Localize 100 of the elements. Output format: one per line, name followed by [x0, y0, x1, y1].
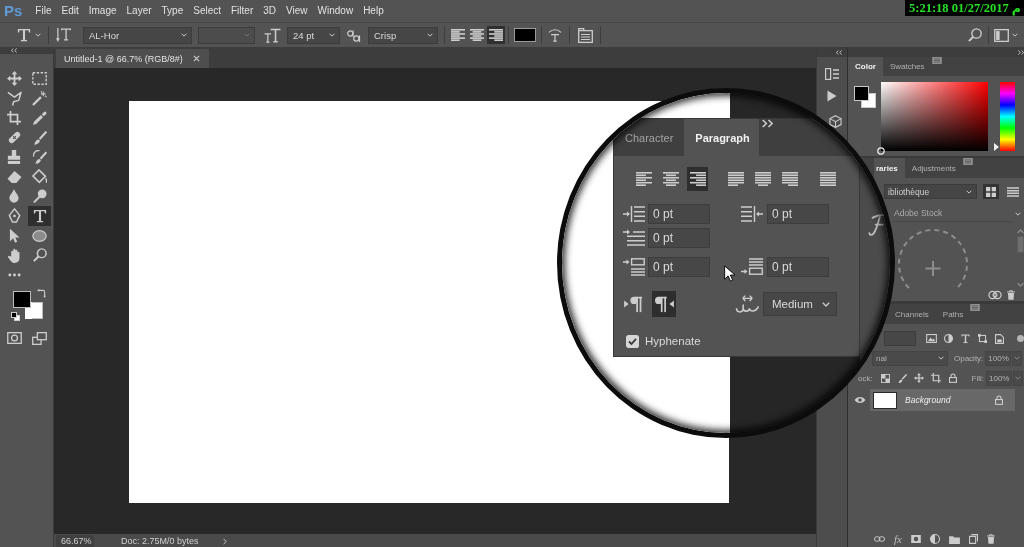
- fill-slider-button[interactable]: [1013, 370, 1023, 386]
- image-icon[interactable]: [926, 334, 937, 343]
- foreground-color-swatch[interactable]: [854, 86, 869, 101]
- kashida-dropdown[interactable]: Medium: [763, 292, 837, 316]
- menu-item[interactable]: File: [35, 4, 52, 18]
- align-right-icon[interactable]: [689, 172, 706, 186]
- panel-tab[interactable]: Paragraph: [684, 119, 759, 156]
- trash-icon[interactable]: [1007, 289, 1015, 300]
- foreground-color-swatch[interactable]: [13, 290, 31, 308]
- cube-icon[interactable]: [828, 115, 842, 128]
- indent-left-field[interactable]: 0 pt: [648, 204, 710, 224]
- menu-item[interactable]: 3D: [263, 4, 277, 18]
- zoom-field[interactable]: 66.67%: [56, 534, 94, 547]
- close-icon[interactable]: [192, 55, 200, 62]
- align-center-icon[interactable]: [662, 172, 679, 186]
- filter-toggle-icon[interactable]: [1017, 335, 1024, 342]
- expand-icon[interactable]: [1017, 49, 1024, 55]
- checkerboard-icon[interactable]: [880, 373, 890, 383]
- menu-item[interactable]: Edit: [61, 4, 79, 18]
- adjustment-icon[interactable]: [929, 534, 940, 544]
- workspace-button[interactable]: [994, 26, 1018, 44]
- align-right-button[interactable]: [687, 167, 708, 191]
- hyphenate-checkbox[interactable]: [626, 334, 639, 348]
- opacity-slider-button[interactable]: [1012, 350, 1023, 366]
- drop-icon[interactable]: [9, 189, 19, 204]
- justify-left-icon[interactable]: [727, 172, 744, 186]
- panel-tab[interactable]: Channels: [893, 304, 936, 324]
- justify-all-icon[interactable]: [819, 172, 836, 186]
- search-icon[interactable]: [968, 28, 982, 42]
- panel-menu-icon[interactable]: [962, 158, 973, 165]
- hue-pointer-icon[interactable]: [994, 143, 999, 151]
- font-family-dropdown[interactable]: AL-Hor: [83, 26, 192, 44]
- panel-tab[interactable]: Adjustments: [904, 158, 963, 178]
- warp-text-icon[interactable]: [548, 28, 562, 42]
- panel-tab[interactable]: Color: [848, 57, 883, 76]
- brush-icon[interactable]: [897, 373, 907, 383]
- justify-center-icon[interactable]: [754, 172, 771, 186]
- menu-item[interactable]: Filter: [231, 4, 254, 18]
- text-orientation-icon[interactable]: [56, 27, 71, 43]
- menu-item[interactable]: Image: [88, 4, 117, 18]
- indent-right-field[interactable]: 0 pt: [767, 204, 829, 224]
- move-arrows-icon[interactable]: [913, 373, 924, 383]
- artboard-icon[interactable]: [930, 373, 941, 383]
- space-after-field[interactable]: 0 pt: [767, 257, 829, 277]
- anti-alias-dropdown[interactable]: Crisp: [368, 26, 438, 44]
- scrollbar[interactable]: [1016, 228, 1024, 288]
- layer-row[interactable]: Background: [870, 389, 1015, 411]
- panel-tab[interactable]: Character: [614, 119, 683, 156]
- space-before-field[interactable]: 0 pt: [648, 257, 710, 277]
- list-panel-icon[interactable]: [825, 68, 839, 80]
- default-colors-icon[interactable]: [11, 311, 20, 321]
- color-field[interactable]: [881, 82, 988, 151]
- menu-item[interactable]: Window: [317, 4, 354, 18]
- anti-alias-icon[interactable]: [347, 28, 361, 42]
- hue-slider[interactable]: [994, 82, 1015, 151]
- panel-tab[interactable]: raries: [874, 158, 905, 178]
- font-size-icon[interactable]: [264, 27, 281, 43]
- panel-tab[interactable]: Paths: [935, 304, 971, 324]
- menu-item[interactable]: Select: [193, 4, 221, 18]
- type-icon[interactable]: [961, 334, 970, 343]
- shape-icon[interactable]: [978, 334, 987, 343]
- arrow-pointer-icon[interactable]: [8, 228, 20, 244]
- folder-icon[interactable]: [948, 534, 960, 544]
- menu-item[interactable]: Help: [363, 4, 384, 18]
- workspace-icon[interactable]: [994, 28, 1009, 42]
- type-icon[interactable]: [16, 28, 31, 42]
- collapse-icon[interactable]: [10, 48, 18, 53]
- mask-icon[interactable]: [910, 535, 921, 543]
- new-layer-icon[interactable]: [968, 534, 978, 544]
- menu-item[interactable]: View: [286, 4, 308, 18]
- collapse-icon[interactable]: [835, 49, 843, 55]
- document-icon[interactable]: [995, 333, 1004, 344]
- double-chevron-icon[interactable]: [760, 119, 774, 128]
- space-after-icon: [741, 258, 763, 276]
- indent-first-field[interactable]: 0 pt: [648, 228, 710, 248]
- menu-item[interactable]: Layer: [126, 4, 152, 18]
- half-circle-icon[interactable]: [944, 334, 953, 343]
- link-icon[interactable]: [874, 536, 885, 542]
- panels-toggle-icon[interactable]: [578, 27, 593, 43]
- lock-icon[interactable]: [995, 395, 1003, 405]
- play-icon[interactable]: [827, 90, 837, 102]
- fx-button[interactable]: fx: [894, 532, 902, 546]
- trash-icon[interactable]: [986, 534, 995, 544]
- menu-item[interactable]: Type: [161, 4, 184, 18]
- align-left-icon[interactable]: [635, 172, 652, 186]
- panel-menu-icon[interactable]: [970, 304, 981, 311]
- font-size-dropdown[interactable]: 24 pt: [287, 26, 340, 44]
- chevron-right-icon[interactable]: [222, 537, 227, 545]
- panel-menu-icon[interactable]: [931, 57, 942, 64]
- eye-icon[interactable]: [854, 396, 866, 404]
- lock-icon[interactable]: [948, 373, 957, 383]
- swap-colors-icon[interactable]: [37, 288, 46, 298]
- stock-search-field[interactable]: Adobe Stock: [892, 205, 1011, 222]
- justify-right-icon[interactable]: [781, 172, 798, 186]
- cloud-rings-icon[interactable]: [988, 289, 1002, 300]
- text-color-swatch[interactable]: [514, 28, 536, 42]
- panel-tab[interactable]: Swatches: [882, 57, 932, 76]
- library-dropdown[interactable]: ibliothèque: [884, 184, 977, 199]
- more-icon[interactable]: [7, 272, 21, 277]
- document-tab[interactable]: Untitled-1 @ 66.7% (RGB/8#): [56, 49, 209, 68]
